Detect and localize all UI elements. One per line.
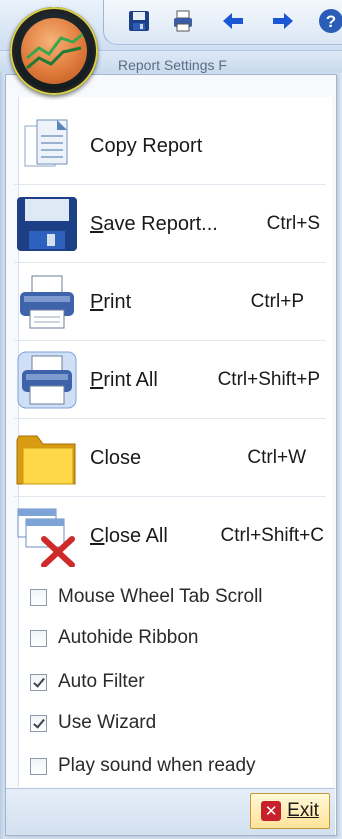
close-all-mnemonic: C [90, 524, 105, 547]
save-report-shortcut: Ctrl+S [266, 213, 320, 234]
print-all-icon [14, 347, 80, 413]
print-all-mnemonic: P [90, 368, 104, 391]
ribbon-ghost-text: Report Settings F [118, 57, 227, 73]
print-all-label-rest: rint All [103, 368, 158, 391]
print-item[interactable]: Print Ctrl+P [14, 264, 326, 341]
print-shortcut: Ctrl+P [250, 291, 304, 312]
arrow-left-icon[interactable] [218, 6, 248, 36]
exit-icon: ✕ [261, 801, 282, 821]
printer-icon [14, 269, 80, 335]
save-report-item[interactable]: Save Report... Ctrl+S [14, 186, 326, 263]
option-play-sound[interactable]: Play sound when ready [30, 750, 256, 782]
quick-access-tab: ? [103, 0, 342, 45]
save-report-label: Save Report... [90, 213, 267, 236]
option-label: Autohide Ribbon [58, 627, 199, 648]
option-mouse-wheel-tab-scroll[interactable]: Mouse Wheel Tab Scroll [30, 581, 263, 613]
help-icon[interactable]: ? [316, 6, 342, 36]
option-label: Auto Filter [58, 671, 145, 692]
help-glyph: ? [326, 12, 336, 31]
option-label: Use Wizard [58, 712, 157, 733]
option-use-wizard[interactable]: Use Wizard [30, 707, 156, 739]
copy-report-icon [14, 113, 80, 179]
print-all-item[interactable]: Print All Ctrl+Shift+P [14, 342, 326, 419]
exit-button[interactable]: ✕ Exit [250, 793, 330, 829]
arrow-right-icon[interactable] [268, 6, 298, 36]
save-icon[interactable] [124, 6, 154, 36]
checkbox[interactable] [30, 757, 47, 775]
close-all-shortcut: Ctrl+Shift+C [220, 525, 324, 546]
save-report-icon [14, 191, 80, 257]
option-auto-filter[interactable]: Auto Filter [30, 666, 145, 698]
application-orb-button[interactable] [10, 7, 98, 95]
exit-label-rest: xit [299, 800, 319, 821]
close-all-item[interactable]: Close All Ctrl+Shift+C [14, 498, 326, 574]
folder-icon [14, 425, 80, 491]
close-all-label-rest: lose All [104, 524, 168, 547]
checkbox-checked[interactable] [30, 673, 47, 691]
save-report-label-rest: ave Report... [103, 212, 218, 235]
close-label: Close [90, 446, 142, 469]
close-all-label: Close All [90, 525, 221, 548]
checkbox[interactable] [30, 588, 47, 606]
close-item[interactable]: Close Ctrl+W [14, 420, 326, 497]
option-label: Play sound when ready [58, 755, 256, 776]
print-mnemonic: P [90, 290, 104, 313]
print-label: Print [90, 291, 251, 314]
close-shortcut: Ctrl+W [247, 447, 306, 468]
print-label-rest: rint [103, 290, 132, 313]
exit-mnemonic: E [287, 800, 300, 821]
chart-logo-icon [21, 18, 87, 84]
option-autohide-ribbon[interactable]: Autohide Ribbon [30, 622, 199, 654]
checkbox[interactable] [30, 629, 47, 647]
print-all-label: Print All [90, 369, 218, 392]
option-label: Mouse Wheel Tab Scroll [58, 586, 263, 607]
print-all-shortcut: Ctrl+Shift+P [217, 369, 320, 390]
close-all-icon [14, 503, 80, 569]
exit-label: Exit [287, 800, 319, 822]
copy-report-label: Copy Report [90, 134, 203, 157]
checkbox-checked[interactable] [30, 714, 47, 732]
save-report-mnemonic: S [90, 212, 104, 235]
print-icon[interactable] [168, 6, 198, 36]
copy-report-item[interactable]: Copy Report [14, 108, 326, 185]
